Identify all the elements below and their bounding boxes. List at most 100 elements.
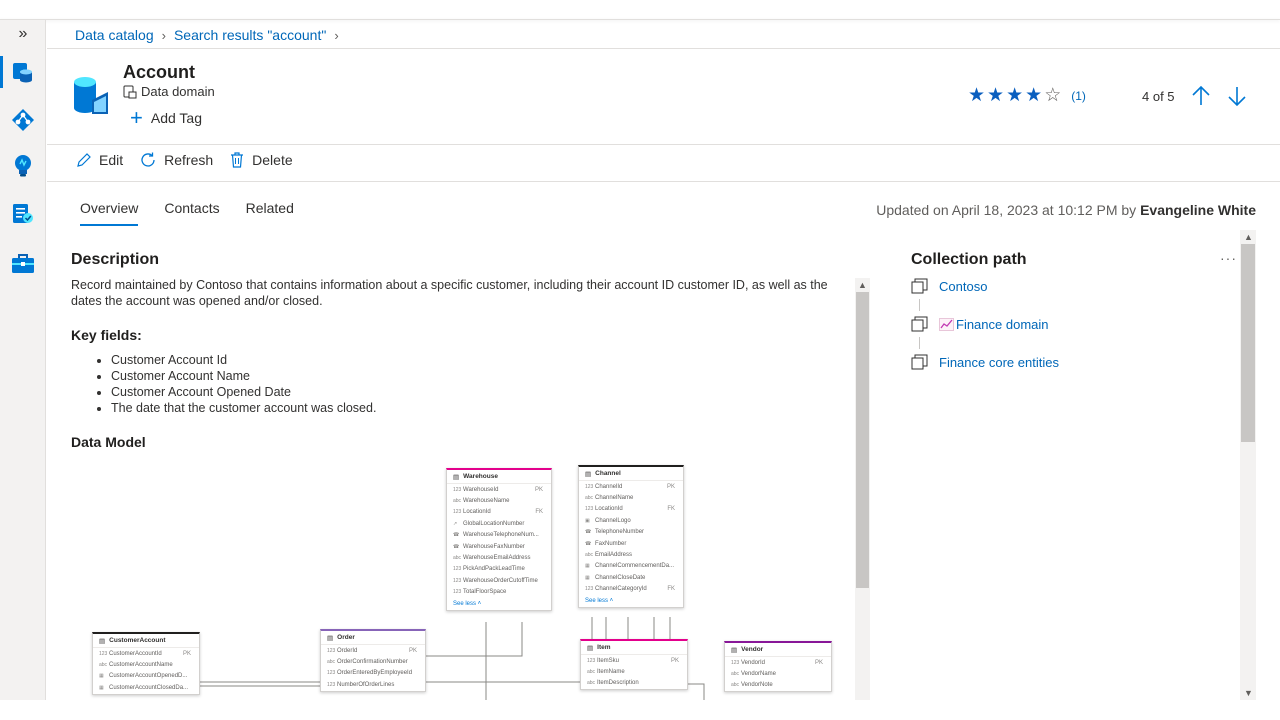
field-type-icon: ☎	[585, 540, 592, 547]
entity-table-header: ▤ Warehouse	[447, 470, 551, 484]
collection-link-contoso[interactable]: Contoso	[911, 278, 987, 294]
entity-field-row: abc VendorName	[725, 668, 831, 679]
field-name: ItemDescription	[597, 680, 639, 687]
table-icon: ▤	[453, 473, 460, 481]
table-icon: ▤	[731, 646, 738, 654]
table-icon: ▤	[327, 634, 334, 642]
field-type-icon: abc	[731, 682, 740, 689]
tab-overview[interactable]: Overview	[80, 200, 139, 226]
scrollbar-thumb[interactable]	[1241, 244, 1255, 442]
entity-table[interactable]: ▤ Channel 123 ChannelId PK abc ChannelName 123 L…	[578, 465, 684, 608]
breadcrumb-data-catalog[interactable]: Data catalog	[75, 27, 154, 43]
field-name: LocationId	[463, 509, 491, 516]
field-name: LocationId	[595, 506, 623, 513]
edit-button[interactable]: Edit	[76, 152, 123, 168]
tab-related[interactable]: Related	[246, 200, 294, 226]
entity-table-header: ▤ Vendor	[725, 643, 831, 657]
previous-result-button[interactable]	[1190, 85, 1212, 107]
see-less-link[interactable]: See less ˄	[447, 598, 551, 610]
delete-button[interactable]: Delete	[229, 151, 293, 169]
entity-field-row: ▦ ChannelCloseDate	[579, 572, 683, 583]
data-domain-icon	[123, 85, 137, 98]
list-item: Customer Account Name	[111, 368, 376, 384]
entity-field-row: ▦ ChannelCommencementDa...	[579, 561, 683, 572]
page-scrollbar[interactable]: ▲ ▼	[1240, 230, 1256, 700]
field-key: PK	[666, 483, 675, 490]
field-name: ChannelLogo	[595, 517, 631, 524]
key-fields-list: Customer Account Id Customer Account Nam…	[111, 352, 376, 416]
breadcrumb-search-results[interactable]: Search results "account"	[174, 27, 326, 43]
entity-field-row: ▣ ChannelLogo	[579, 515, 683, 526]
entity-field-row: 123 OrderEnteredByEmployeeId	[321, 668, 425, 679]
star-rating[interactable]: ★ ★ ★ ★ ☆ (1)	[968, 86, 1086, 106]
field-name: CustomerAccountId	[109, 650, 162, 657]
collection-icon	[911, 354, 928, 370]
entity-table-name: Channel	[595, 470, 621, 477]
nav-insights[interactable]	[0, 144, 46, 188]
result-pager: 4 of 5	[1142, 89, 1175, 104]
add-tag-button[interactable]: + Add Tag	[130, 107, 202, 129]
entity-table[interactable]: ▤ Warehouse 123 WarehouseId PK abc WarehouseNa…	[446, 468, 552, 611]
refresh-button[interactable]: Refresh	[139, 151, 213, 169]
field-name: WarehouseName	[463, 498, 510, 505]
chart-icon	[939, 317, 954, 331]
scroll-down-icon[interactable]: ▼	[1244, 688, 1253, 698]
entity-table[interactable]: ▤ Vendor 123 VendorId PK abc VendorName abc Vend…	[724, 641, 832, 693]
scroll-up-icon[interactable]: ▲	[858, 280, 867, 290]
field-type-icon: abc	[585, 552, 594, 559]
field-type-icon: 123	[453, 577, 462, 584]
breadcrumb: Data catalog › Search results "account" …	[75, 26, 339, 44]
collection-link-finance-core-entities[interactable]: Finance core entities	[911, 354, 1059, 370]
data-catalog-icon	[13, 63, 32, 83]
more-options-button[interactable]: ···	[1220, 250, 1237, 266]
field-type-icon: ↗	[453, 520, 458, 527]
scroll-up-icon[interactable]: ▲	[1244, 232, 1253, 242]
star-filled-icon: ★	[1006, 85, 1024, 106]
entity-field-row: ▦ CustomerAccountClosedDa...	[93, 682, 199, 693]
collection-link-finance-domain[interactable]: Finance domain	[911, 316, 1049, 332]
entity-field-row: 123 ChannelCategoryId FK	[579, 584, 683, 595]
entity-table[interactable]: ▤ CustomerAccount 123 CustomerAccountId PK ab…	[92, 632, 200, 695]
field-key: FK	[667, 506, 675, 513]
entity-table[interactable]: ▤ Item 123 ItemSku PK abc ItemName abc ItemDescr…	[580, 639, 688, 691]
divider	[47, 144, 1280, 145]
entity-table-header: ▤ Channel	[579, 467, 683, 481]
field-type-icon: ▦	[99, 684, 104, 691]
expand-nav-button[interactable]: »	[0, 20, 46, 48]
field-type-icon: ☎	[453, 532, 460, 539]
page-title: Account	[123, 62, 195, 82]
nav-policy[interactable]	[0, 192, 46, 236]
entity-field-row: abc ItemDescription	[581, 678, 687, 689]
star-filled-icon: ★	[987, 85, 1005, 106]
entity-field-row: 123 VendorId PK	[725, 657, 831, 668]
field-type-icon: abc	[99, 662, 108, 669]
entity-field-row: ☎ WarehouseFaxNumber	[447, 541, 551, 552]
description-text: Record maintained by Contoso that contai…	[71, 278, 828, 308]
asset-type-label: Data domain	[141, 84, 215, 99]
entity-field-row: abc EmailAddress	[579, 549, 683, 560]
tab-list: Overview Contacts Related	[80, 200, 294, 226]
field-name: OrderId	[337, 647, 358, 654]
field-name: VendorId	[741, 659, 766, 666]
data-model-diagram: ▤ Warehouse 123 WarehouseId PK abc WarehouseNa…	[88, 462, 848, 700]
next-result-button[interactable]	[1226, 85, 1248, 107]
table-icon: ▤	[99, 637, 106, 645]
content-scrollbar[interactable]: ▲	[855, 278, 870, 700]
scrollbar-thumb[interactable]	[856, 292, 869, 588]
nav-data-catalog[interactable]	[0, 50, 46, 94]
field-type-icon: 123	[453, 486, 462, 493]
field-name: CustomerAccountOpenedD...	[109, 673, 188, 680]
see-less-link[interactable]: See less ˄	[579, 595, 683, 607]
field-type-icon: ▦	[585, 563, 590, 570]
nav-management[interactable]	[0, 242, 46, 286]
list-item: Customer Account Id	[111, 352, 376, 368]
field-key: FK	[667, 586, 675, 593]
entity-table[interactable]: ▤ Order 123 OrderId PK abc OrderConfirmationNu…	[320, 629, 426, 692]
collection-icon	[911, 278, 928, 294]
add-tag-label: Add Tag	[150, 110, 202, 126]
rating-count-link[interactable]: (1)	[1071, 89, 1086, 103]
field-name: ChannelCategoryId	[595, 586, 647, 593]
nav-data-map[interactable]	[0, 98, 46, 142]
field-type-icon: abc	[453, 555, 462, 562]
tab-contacts[interactable]: Contacts	[164, 200, 219, 226]
